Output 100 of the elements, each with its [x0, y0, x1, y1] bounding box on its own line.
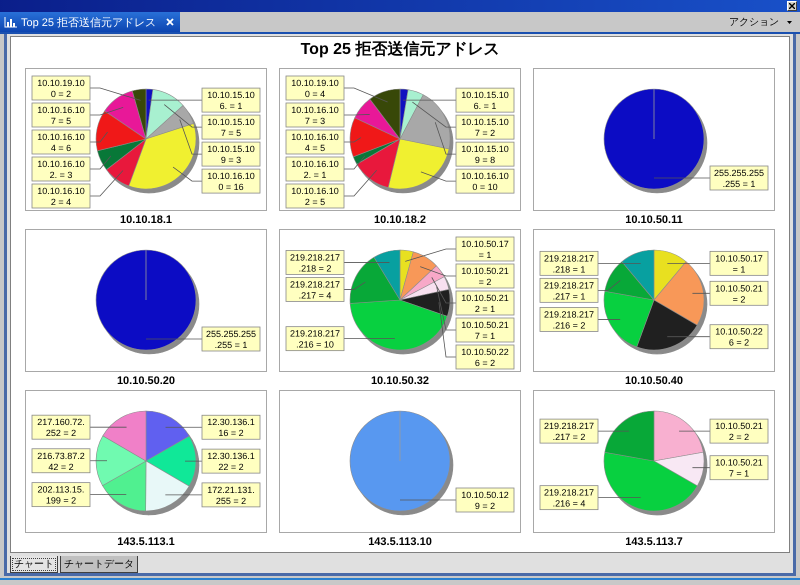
data-label: 10.10.15.10 7 = 2 — [456, 114, 514, 140]
bar-chart-icon — [4, 16, 17, 28]
data-label: 219.218.217 .218 = 1 — [540, 250, 598, 276]
leader-line — [344, 281, 366, 290]
chart-title: 10.10.50.40 — [624, 374, 684, 389]
pie-slice — [102, 460, 146, 511]
data-label: 10.10.50.21 7 = 1 — [710, 455, 768, 480]
data-label: 10.10.16.10 7 = 3 — [286, 102, 344, 128]
view-tab[interactable]: チャート — [10, 556, 58, 573]
data-label: 10.10.19.10 0 = 2 — [32, 75, 90, 100]
chart-title: 143.5.113.1 — [117, 534, 175, 550]
leader-line — [90, 131, 108, 142]
data-label: 10.10.50.17 = 1 — [456, 236, 514, 262]
chart-title: 10.10.50.20 — [116, 374, 176, 389]
data-label: 219.218.217 .217 = 1 — [540, 278, 598, 302]
leader-line — [598, 262, 642, 264]
data-label: 255.255.255 .255 = 1 — [710, 165, 768, 190]
leader-line — [344, 136, 362, 142]
data-label: 10.10.50.21 2 = 2 — [710, 418, 768, 444]
leader-line — [90, 460, 108, 461]
data-label: 12.30.136.1 16 = 2 — [202, 414, 260, 440]
data-label: 10.10.16.10 2 = 4 — [32, 183, 90, 208]
report-title: Top 25 拒否送信元アドレス — [300, 40, 500, 60]
data-label: 10.10.16.10 4 = 5 — [286, 129, 344, 154]
leader-line — [678, 430, 710, 432]
data-label: 202.113.15. 199 = 2 — [32, 482, 90, 507]
pie-slice — [102, 410, 146, 461]
leader-line — [598, 318, 621, 320]
leader-line — [146, 338, 202, 340]
data-label: 10.10.50.17 = 1 — [710, 250, 768, 276]
leader-line — [344, 262, 390, 263]
leader-line — [666, 336, 710, 337]
data-label: 10.10.50.22 6 = 2 — [710, 324, 768, 349]
data-label: 216.73.87.2 42 = 2 — [32, 448, 90, 473]
leader-line — [598, 496, 642, 498]
leader-line — [148, 99, 202, 100]
leader-line — [666, 262, 710, 264]
leader-line — [90, 494, 127, 495]
data-label: 10.10.50.12 9 = 2 — [456, 487, 514, 512]
leader-line — [654, 177, 710, 178]
leader-line — [692, 292, 710, 294]
chart-title: 10.10.18.1 — [120, 212, 172, 228]
data-label: 10.10.50.21 = 2 — [710, 280, 768, 306]
data-label: 219.218.217 .217 = 4 — [286, 276, 344, 302]
data-label: 219.218.217 .216 = 2 — [540, 306, 598, 332]
leader-line — [344, 114, 370, 116]
document-tab[interactable]: Top 25 拒否送信元アドレス — [0, 12, 180, 32]
leader-line — [400, 499, 456, 500]
data-label: 10.10.16.10 0 = 16 — [202, 168, 260, 194]
leader-line — [90, 87, 142, 100]
data-label: 219.218.217 .216 = 10 — [286, 326, 344, 351]
data-label: 217.160.72. 252 = 2 — [32, 414, 90, 440]
data-label: 10.10.15.10 9 = 8 — [456, 141, 514, 166]
leader-line — [692, 467, 710, 468]
data-label: 219.218.217 .216 = 4 — [540, 484, 598, 510]
close-icon[interactable] — [166, 18, 174, 26]
leader-line — [344, 87, 388, 102]
data-label: 10.10.50.21 2 = 1 — [456, 290, 514, 316]
data-label: 10.10.15.10 7 = 5 — [202, 114, 260, 140]
data-label: 219.218.217 .218 = 2 — [286, 250, 344, 275]
close-button[interactable] — [787, 1, 797, 12]
data-label: 10.10.16.10 2. = 1 — [286, 156, 344, 182]
pie-slice — [96, 435, 146, 486]
leader-line — [165, 426, 202, 428]
leader-line — [420, 171, 456, 182]
close-icon — [789, 3, 795, 10]
leader-line — [184, 460, 202, 462]
chart-title: 10.10.50.11 — [625, 212, 683, 228]
data-label: 12.30.136.1 22 = 2 — [202, 448, 260, 474]
data-label: 10.10.15.10 6. = 1 — [456, 87, 514, 112]
data-label: 10.10.16.10 2 = 5 — [286, 183, 344, 208]
chart-title: 143.5.113.7 — [625, 534, 683, 550]
data-label: 10.10.50.21 = 2 — [456, 263, 514, 288]
data-label: 172.21.131. 255 = 2 — [202, 482, 260, 507]
leader-line — [164, 494, 202, 495]
data-label: 255.255.255 .255 = 1 — [202, 326, 260, 352]
chart-title: 143.5.113.10 — [368, 534, 432, 550]
chart-title: 10.10.18.2 — [374, 212, 426, 228]
data-label: 10.10.16.10 0 = 10 — [456, 168, 514, 194]
action-menu[interactable]: アクション — [729, 12, 800, 32]
pie-slice — [145, 460, 190, 511]
data-label: 10.10.50.21 7 = 1 — [456, 317, 514, 342]
data-label: 10.10.50.22 6 = 2 — [456, 344, 514, 370]
leader-line — [90, 106, 124, 116]
caret-icon — [787, 20, 792, 24]
pie-slice — [146, 410, 190, 461]
leader-line — [344, 338, 396, 339]
data-label: 10.10.19.10 0 = 4 — [286, 75, 344, 100]
data-label: 10.10.16.10 4 = 6 — [32, 129, 90, 154]
data-label: 10.10.15.10 6. = 1 — [202, 87, 260, 112]
leader-line — [598, 430, 630, 432]
data-label: 10.10.16.10 7 = 5 — [32, 102, 90, 128]
data-label: 10.10.16.10 2. = 3 — [32, 156, 90, 182]
data-label: 10.10.15.10 9 = 3 — [202, 141, 260, 166]
chart-title: 10.10.50.32 — [370, 374, 430, 389]
leader-line — [404, 248, 456, 262]
leader-line — [172, 166, 202, 182]
data-label: 219.218.217 .217 = 2 — [540, 418, 598, 444]
view-tab[interactable]: チャートデータ — [60, 556, 138, 573]
pie-slice — [146, 436, 196, 486]
